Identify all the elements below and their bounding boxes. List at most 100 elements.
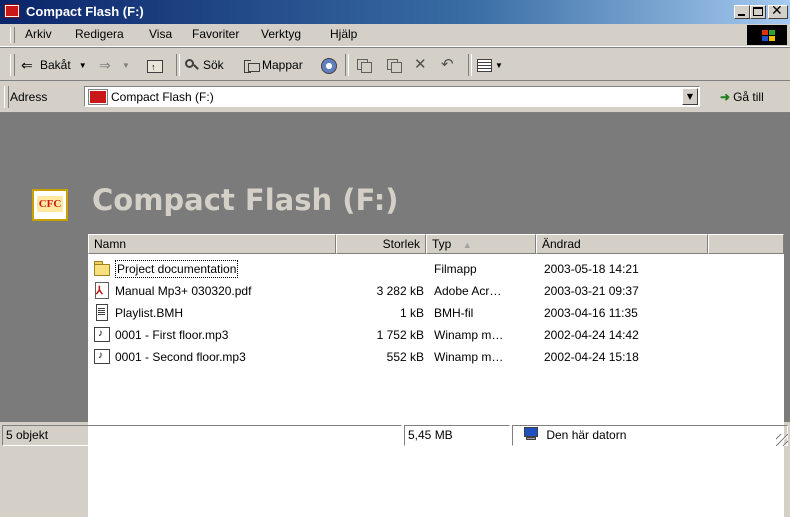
copy-to-icon xyxy=(386,58,402,73)
table-row[interactable]: ⅄ Manual Mp3+ 030320.pdf 3 282 kB Adobe … xyxy=(88,280,784,302)
chevron-down-icon: ▼ xyxy=(495,60,503,70)
close-icon: ✕ xyxy=(771,3,783,19)
file-size: 3 282 kB xyxy=(376,284,424,298)
file-name: Playlist.BMH xyxy=(115,306,184,320)
forward-button[interactable]: ⇒ ▼ xyxy=(99,56,130,74)
file-name: 0001 - First floor.mp3 xyxy=(115,328,229,342)
file-modified: 2003-03-21 09:37 xyxy=(544,284,639,298)
chevron-down-icon: ▼ xyxy=(122,60,130,70)
search-label: Sök xyxy=(203,58,224,72)
menu-arkiv[interactable]: Arkiv xyxy=(25,27,52,41)
file-name: Project documentation xyxy=(115,260,239,278)
address-value: Compact Flash (F:) xyxy=(111,90,214,104)
document-icon xyxy=(94,304,110,321)
undo-icon: ↶ xyxy=(441,56,454,73)
views-icon xyxy=(476,58,492,72)
delete-icon: ✕ xyxy=(414,56,427,73)
chevron-down-icon: ▼ xyxy=(686,92,694,101)
file-name: 0001 - Second floor.mp3 xyxy=(115,350,246,364)
resize-grip[interactable] xyxy=(776,434,788,446)
menu-redigera[interactable]: Redigera xyxy=(75,27,124,41)
window-title: Compact Flash (F:) xyxy=(26,4,144,19)
folders-button[interactable]: Mappar xyxy=(243,56,303,74)
file-size: 1 752 kB xyxy=(376,328,424,342)
back-arrow-icon: ⇐ xyxy=(21,57,33,73)
address-dropdown-button[interactable]: ▼ xyxy=(682,88,698,105)
menu-hjalp[interactable]: Hjälp xyxy=(330,27,357,41)
table-row[interactable]: ♪ 0001 - Second floor.mp3 552 kB Winamp … xyxy=(88,346,784,368)
title-bar[interactable]: Compact Flash (F:) ✕ xyxy=(0,0,790,24)
file-list: Namn Storlek Typ ▲ Ändrad Project docume… xyxy=(88,234,784,517)
file-type: Winamp m… xyxy=(434,328,504,342)
folder-icon xyxy=(94,260,110,277)
folders-icon xyxy=(243,58,260,73)
column-header-size[interactable]: Storlek xyxy=(336,234,426,254)
up-button[interactable]: ↑ xyxy=(146,56,165,74)
file-type: Adobe Acr… xyxy=(434,284,502,298)
undo-button[interactable]: ↶ xyxy=(441,56,460,74)
status-zone: Den här datorn xyxy=(512,425,788,446)
toolbar-separator xyxy=(468,54,472,76)
views-button[interactable]: ▼ xyxy=(476,56,503,74)
delete-button[interactable]: ✕ xyxy=(414,56,433,74)
move-to-button[interactable] xyxy=(356,56,375,74)
menu-favoriter[interactable]: Favoriter xyxy=(192,27,239,41)
column-header-size-label: Storlek xyxy=(382,237,420,251)
address-input[interactable]: Compact Flash (F:) ▼ xyxy=(84,86,700,107)
column-header-modified-label: Ändrad xyxy=(542,237,581,251)
my-computer-icon xyxy=(523,427,539,441)
column-header-type-label: Typ xyxy=(432,237,452,251)
table-row[interactable]: Playlist.BMH 1 kB BMH-fil 2003-04-16 11:… xyxy=(88,302,784,324)
back-button[interactable]: ⇐ Bakåt ▼ xyxy=(21,56,87,74)
compact-flash-icon: CFC xyxy=(32,189,68,221)
file-size: 552 kB xyxy=(386,350,424,364)
copy-to-button[interactable] xyxy=(386,56,405,74)
search-button[interactable]: Sök xyxy=(184,56,224,74)
up-folder-icon: ↑ xyxy=(146,58,163,73)
history-icon xyxy=(320,58,337,74)
search-icon xyxy=(184,58,200,72)
compact-flash-icon xyxy=(4,4,20,18)
table-row[interactable]: Project documentation Filmapp 2003-05-18… xyxy=(88,258,784,280)
file-modified: 2002-04-24 15:18 xyxy=(544,350,639,364)
forward-arrow-icon: ⇒ xyxy=(99,57,111,73)
file-size: 1 kB xyxy=(399,306,424,320)
status-size: 5,45 MB xyxy=(404,425,510,446)
file-modified: 2002-04-24 14:42 xyxy=(544,328,639,342)
address-bar: Adress Compact Flash (F:) ▼ ➜ Gå till xyxy=(0,82,790,113)
column-header-modified[interactable]: Ändrad xyxy=(536,234,708,254)
column-header-filler xyxy=(708,234,784,254)
file-type: Filmapp xyxy=(434,262,477,276)
folder-heading: Compact Flash (F:) xyxy=(92,183,399,217)
toolbar-grip[interactable] xyxy=(10,54,15,76)
chevron-down-icon: ▼ xyxy=(78,60,87,70)
file-type: BMH-fil xyxy=(434,306,474,320)
go-button[interactable]: ➜ Gå till xyxy=(720,90,764,104)
audio-file-icon: ♪ xyxy=(94,326,110,343)
folders-label: Mappar xyxy=(262,58,303,72)
column-header-name[interactable]: Namn xyxy=(88,234,336,254)
close-button[interactable]: ✕ xyxy=(768,3,788,19)
status-bar: 5 objekt 5,45 MB Den här datorn xyxy=(0,422,790,448)
maximize-button[interactable] xyxy=(750,5,766,19)
file-name: Manual Mp3+ 030320.pdf xyxy=(115,284,252,298)
table-row[interactable]: ♪ 0001 - First floor.mp3 1 752 kB Winamp… xyxy=(88,324,784,346)
column-header-type[interactable]: Typ ▲ xyxy=(426,234,536,254)
file-modified: 2003-04-16 11:35 xyxy=(544,306,638,320)
address-grip[interactable] xyxy=(4,86,9,108)
back-label: Bakåt xyxy=(40,58,71,72)
audio-file-icon: ♪ xyxy=(94,348,110,365)
status-zone-label: Den här datorn xyxy=(546,428,627,442)
minimize-button[interactable] xyxy=(734,5,750,19)
toolbar-separator xyxy=(176,54,180,76)
go-arrow-icon: ➜ xyxy=(720,90,731,104)
menu-verktyg[interactable]: Verktyg xyxy=(261,27,301,41)
address-label: Adress xyxy=(10,90,48,104)
go-label: Gå till xyxy=(733,90,764,104)
menu-grip[interactable] xyxy=(10,27,15,43)
menu-visa[interactable]: Visa xyxy=(149,27,172,41)
history-button[interactable] xyxy=(320,56,339,74)
pdf-icon: ⅄ xyxy=(94,282,110,299)
compact-flash-icon xyxy=(88,89,108,105)
folder-view: CFC Compact Flash (F:) Namn Storlek Typ … xyxy=(0,113,790,517)
